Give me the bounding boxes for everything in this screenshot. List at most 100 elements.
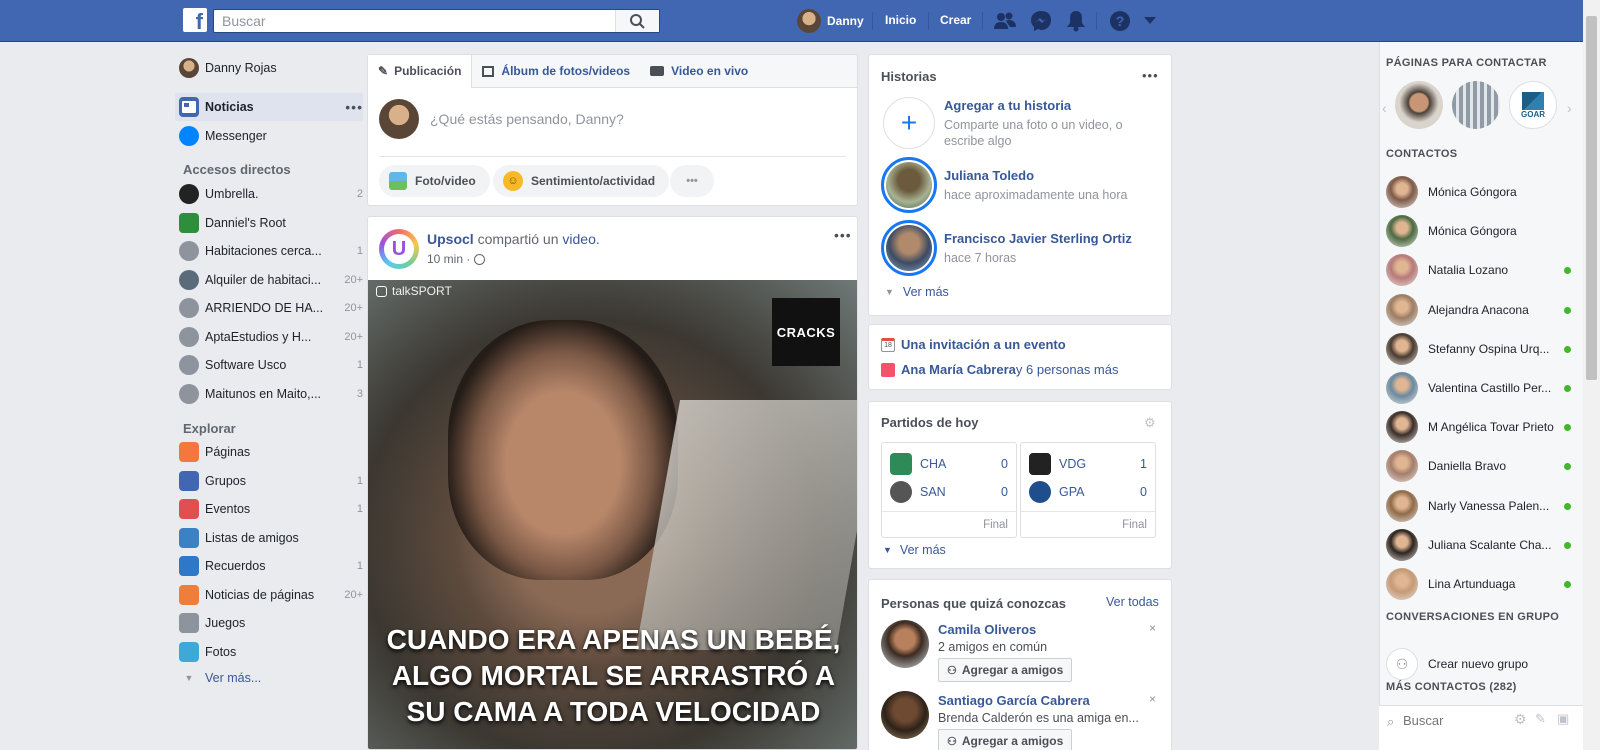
sidebar-item[interactable]: Fotos xyxy=(179,638,363,666)
home-link[interactable]: Inicio xyxy=(885,13,916,27)
post-object-link[interactable]: video. xyxy=(562,231,599,247)
page-avatar[interactable]: U xyxy=(379,229,419,269)
add-story-title[interactable]: Agregar a tu historia xyxy=(944,98,1071,113)
sidebar-item[interactable]: Páginas xyxy=(179,438,363,466)
sidebar-profile[interactable]: Danny Rojas xyxy=(179,54,363,82)
profile-link[interactable]: Danny xyxy=(797,9,864,33)
match-box[interactable]: VDG 1 GPA 0 Final xyxy=(1020,442,1156,538)
more-options-button[interactable]: ••• xyxy=(670,165,714,197)
create-group-button[interactable]: ⚇ Crear nuevo grupo xyxy=(1386,646,1586,682)
chevron-right-icon[interactable]: › xyxy=(1567,100,1572,116)
contact-item[interactable]: Daniella Bravo xyxy=(1386,448,1586,484)
story-name[interactable]: Juliana Toledo xyxy=(944,168,1034,183)
contact-item[interactable]: Lina Artunduaga xyxy=(1386,566,1586,602)
help-icon[interactable]: ? xyxy=(1109,10,1131,32)
sidebar-item[interactable]: AptaEstudios y H... 20+ xyxy=(179,323,363,351)
dismiss-icon[interactable]: × xyxy=(1149,692,1156,706)
page-avatar[interactable] xyxy=(1395,81,1443,129)
sidebar-item[interactable]: Umbrella. 2 xyxy=(179,180,363,208)
see-all-link[interactable]: Ver todas xyxy=(1106,595,1159,609)
compose-icon[interactable]: ✎ xyxy=(1535,711,1546,727)
add-story-button[interactable]: + xyxy=(883,97,935,149)
chat-search-input[interactable] xyxy=(1403,711,1503,729)
sidebar-item[interactable]: Juegos xyxy=(179,609,363,637)
more-options-icon[interactable]: ••• xyxy=(345,99,363,115)
sidebar-item[interactable]: Habitaciones cerca... 1 xyxy=(179,237,363,265)
post-time[interactable]: 10 min · xyxy=(427,252,470,266)
sidebar-item[interactable]: Noticias de páginas 20+ xyxy=(179,581,363,609)
upsocl-logo-icon: U xyxy=(384,234,414,264)
photo-video-button[interactable]: Foto/video xyxy=(379,165,490,197)
see-more-label: Ver más xyxy=(899,543,946,557)
avatar xyxy=(1386,372,1418,404)
account-menu-chevron-icon[interactable] xyxy=(1143,16,1157,26)
contact-item[interactable]: Stefanny Ospina Urq... xyxy=(1386,331,1586,367)
scrollbar-thumb[interactable] xyxy=(1586,16,1597,380)
chevron-down-icon: ▼ xyxy=(885,287,894,297)
post-author[interactable]: Upsocl xyxy=(427,231,474,247)
contact-item[interactable]: Natalia Lozano xyxy=(1386,252,1586,288)
stories-options-icon[interactable]: ••• xyxy=(1142,68,1159,83)
facebook-logo[interactable]: f xyxy=(183,8,207,32)
birthday-reminder[interactable]: Ana María Cabrera y 6 personas más xyxy=(881,362,1119,377)
matches-see-more[interactable]: ▼ Ver más xyxy=(883,543,946,557)
gear-icon[interactable]: ⚙ xyxy=(1144,415,1156,431)
friend-requests-icon[interactable] xyxy=(994,11,1016,31)
sidebar-item[interactable]: ARRIENDO DE HA... 20+ xyxy=(179,294,363,322)
person-name[interactable]: Camila Oliveros xyxy=(938,622,1036,637)
search-box[interactable] xyxy=(213,9,660,33)
story-name[interactable]: Francisco Javier Sterling Ortiz xyxy=(944,231,1132,246)
dismiss-icon[interactable]: × xyxy=(1149,621,1156,635)
avatar[interactable] xyxy=(881,620,929,668)
composer-input[interactable]: ¿Qué estás pensando, Danny? xyxy=(430,111,624,127)
event-invitation[interactable]: 18 Una invitación a un evento xyxy=(881,337,1066,352)
notifications-icon[interactable] xyxy=(1066,10,1086,32)
sidebar-item[interactable]: Software Usco 1 xyxy=(179,351,363,379)
avatar[interactable] xyxy=(881,691,929,739)
video-player[interactable]: talkSPORT CRACKS CUANDO ERA APENAS UN BE… xyxy=(368,280,857,749)
contact-item[interactable]: Narly Vanessa Palen... xyxy=(1386,488,1586,524)
feed-post: U Upsocl compartió un video. 10 min · ••… xyxy=(367,216,858,750)
scrollbar[interactable] xyxy=(1583,0,1600,750)
story-avatar[interactable] xyxy=(881,220,937,276)
contact-item[interactable]: M Angélica Tovar Prieto xyxy=(1386,409,1586,445)
search-button[interactable] xyxy=(615,10,659,32)
person-name[interactable]: Santiago García Cabrera xyxy=(938,693,1090,708)
contact-item[interactable]: Alejandra Anacona xyxy=(1386,292,1586,328)
stories-see-more[interactable]: ▼ Ver más xyxy=(885,285,949,299)
chevron-left-icon[interactable]: ‹ xyxy=(1382,100,1387,116)
add-friend-button[interactable]: ⚇ Agregar a amigos xyxy=(938,729,1073,750)
tab-live-video[interactable]: Video en vivo xyxy=(640,64,758,78)
add-friend-icon: ⚇ xyxy=(947,664,957,677)
tab-photo-album[interactable]: Álbum de fotos/videos xyxy=(472,64,640,78)
story-avatar[interactable] xyxy=(881,157,937,213)
sidebar-item[interactable]: Eventos 1 xyxy=(179,495,363,523)
sidebar-item[interactable]: Grupos 1 xyxy=(179,467,363,495)
video-call-icon[interactable]: ▣ xyxy=(1557,711,1569,727)
sidebar-item-news-feed[interactable]: Noticias ••• xyxy=(175,93,363,121)
chevron-down-icon: ▼ xyxy=(883,545,892,555)
messenger-icon[interactable] xyxy=(1030,10,1052,32)
sidebar-item[interactable]: Danniel's Root xyxy=(179,209,363,237)
see-more-link[interactable]: ▼ Ver más... xyxy=(179,664,363,692)
post-options-icon[interactable]: ••• xyxy=(834,227,852,243)
sidebar-item[interactable]: Alquiler de habitaci... 20+ xyxy=(179,266,363,294)
contact-item[interactable]: Mónica Góngora xyxy=(1386,213,1586,249)
groups-icon xyxy=(179,470,199,491)
page-avatar[interactable]: GOAR xyxy=(1509,81,1557,129)
create-link[interactable]: Crear xyxy=(940,13,971,27)
match-box[interactable]: CHA 0 SAN 0 Final xyxy=(881,442,1017,538)
sidebar-item[interactable]: Maitunos en Maito,... 3 xyxy=(179,380,363,408)
sidebar-item[interactable]: Listas de amigos xyxy=(179,524,363,552)
sidebar-item-messenger[interactable]: Messenger xyxy=(179,122,363,150)
search-input[interactable] xyxy=(214,10,614,32)
contact-item[interactable]: Valentina Castillo Per... xyxy=(1386,370,1586,406)
gear-icon[interactable]: ⚙ xyxy=(1514,711,1527,728)
contact-item[interactable]: Juliana Scalante Cha... xyxy=(1386,527,1586,563)
contact-item[interactable]: Mónica Góngora xyxy=(1386,174,1586,210)
add-friend-button[interactable]: ⚇ Agregar a amigos xyxy=(938,658,1073,682)
tab-publication[interactable]: ✎ Publicación xyxy=(368,54,473,88)
page-avatar[interactable] xyxy=(1452,81,1500,129)
sidebar-item[interactable]: Recuerdos 1 xyxy=(179,552,363,580)
feeling-activity-button[interactable]: ☺ Sentimiento/actividad xyxy=(493,165,670,197)
